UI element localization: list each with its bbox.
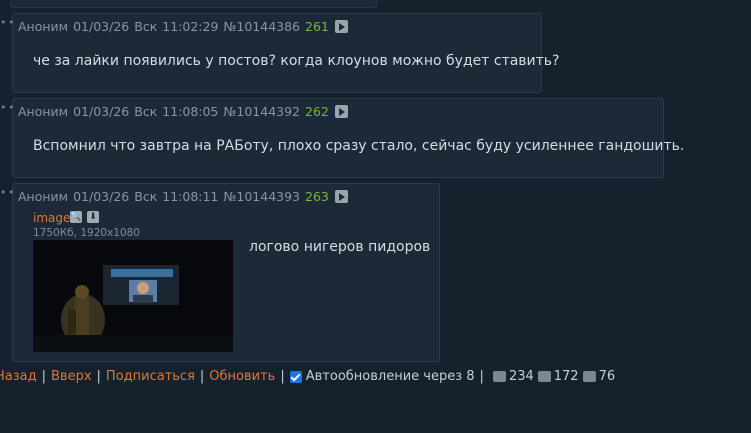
thumbnail-graphic <box>33 240 233 352</box>
play-icon[interactable] <box>334 190 348 203</box>
separator: | <box>199 369 205 384</box>
image-thumbnail[interactable] <box>33 240 233 352</box>
play-icon[interactable] <box>334 20 348 33</box>
file-name-link[interactable]: image <box>33 211 70 225</box>
separator: | <box>479 369 484 384</box>
post-time: 11:08:05 <box>162 104 219 119</box>
post-number-link[interactable]: №10144386 <box>223 19 300 34</box>
post-reply-index: 261 <box>305 19 329 34</box>
post-author: Аноним <box>18 189 69 204</box>
post-author: Аноним <box>18 19 69 34</box>
thread-footer-nav: Назад | Вверх | Подписаться | Обновить |… <box>0 369 615 384</box>
post-header: Аноним 01/03/26 Вск 11:02:29 №10144386 2… <box>18 19 348 34</box>
post-reply-index: 262 <box>305 104 329 119</box>
auto-update-label: Автообновление через 8 <box>305 369 475 384</box>
posts-count-icon <box>492 371 506 382</box>
post-number-link[interactable]: №10144392 <box>223 104 300 119</box>
post-date: 01/03/26 <box>73 19 130 34</box>
post-time: 11:02:29 <box>162 19 219 34</box>
post-time: 11:08:11 <box>162 189 219 204</box>
subscribe-link[interactable]: Подписаться <box>106 369 195 384</box>
post-message: Вспомнил что завтра на РАБоту, плохо сра… <box>33 138 685 154</box>
posters-count: 76 <box>598 369 616 384</box>
post-menu-icon[interactable]: • • <box>0 101 15 114</box>
posters-count-icon <box>582 371 596 382</box>
post-author: Аноним <box>18 104 69 119</box>
post-header: Аноним 01/03/26 Вск 11:08:11 №10144393 2… <box>18 189 348 204</box>
file-meta: 1750Кб, 1920x1080 <box>33 227 140 239</box>
refresh-link[interactable]: Обновить <box>209 369 275 384</box>
download-icon[interactable]: ⬇ <box>87 211 99 223</box>
post-number-link[interactable]: №10144393 <box>223 189 300 204</box>
posts-count: 234 <box>508 369 534 384</box>
post-weekday: Вск <box>134 189 158 204</box>
post-menu-icon[interactable]: • • <box>0 16 15 29</box>
post-message: че за лайки появились у постов? когда кл… <box>33 53 560 69</box>
auto-update-checkbox[interactable] <box>289 370 302 383</box>
post-weekday: Вск <box>134 104 158 119</box>
separator: | <box>41 369 46 384</box>
back-link[interactable]: Назад <box>0 369 37 384</box>
post-reply-index: 263 <box>305 189 329 204</box>
images-count-icon <box>537 371 551 382</box>
separator: | <box>96 369 101 384</box>
search-image-icon[interactable]: 🔍 <box>70 211 82 223</box>
images-count: 172 <box>553 369 579 384</box>
separator: | <box>280 369 285 384</box>
post-date: 01/03/26 <box>73 104 130 119</box>
post-date: 01/03/26 <box>73 189 130 204</box>
top-link[interactable]: Вверх <box>51 369 92 384</box>
post-message: логово нигеров пидоров <box>249 239 431 255</box>
post-header: Аноним 01/03/26 Вск 11:08:05 №10144392 2… <box>18 104 348 119</box>
post-weekday: Вск <box>134 19 158 34</box>
previous-post-edge <box>10 0 377 8</box>
play-icon[interactable] <box>334 105 348 118</box>
post-menu-icon[interactable]: • • <box>0 186 15 199</box>
